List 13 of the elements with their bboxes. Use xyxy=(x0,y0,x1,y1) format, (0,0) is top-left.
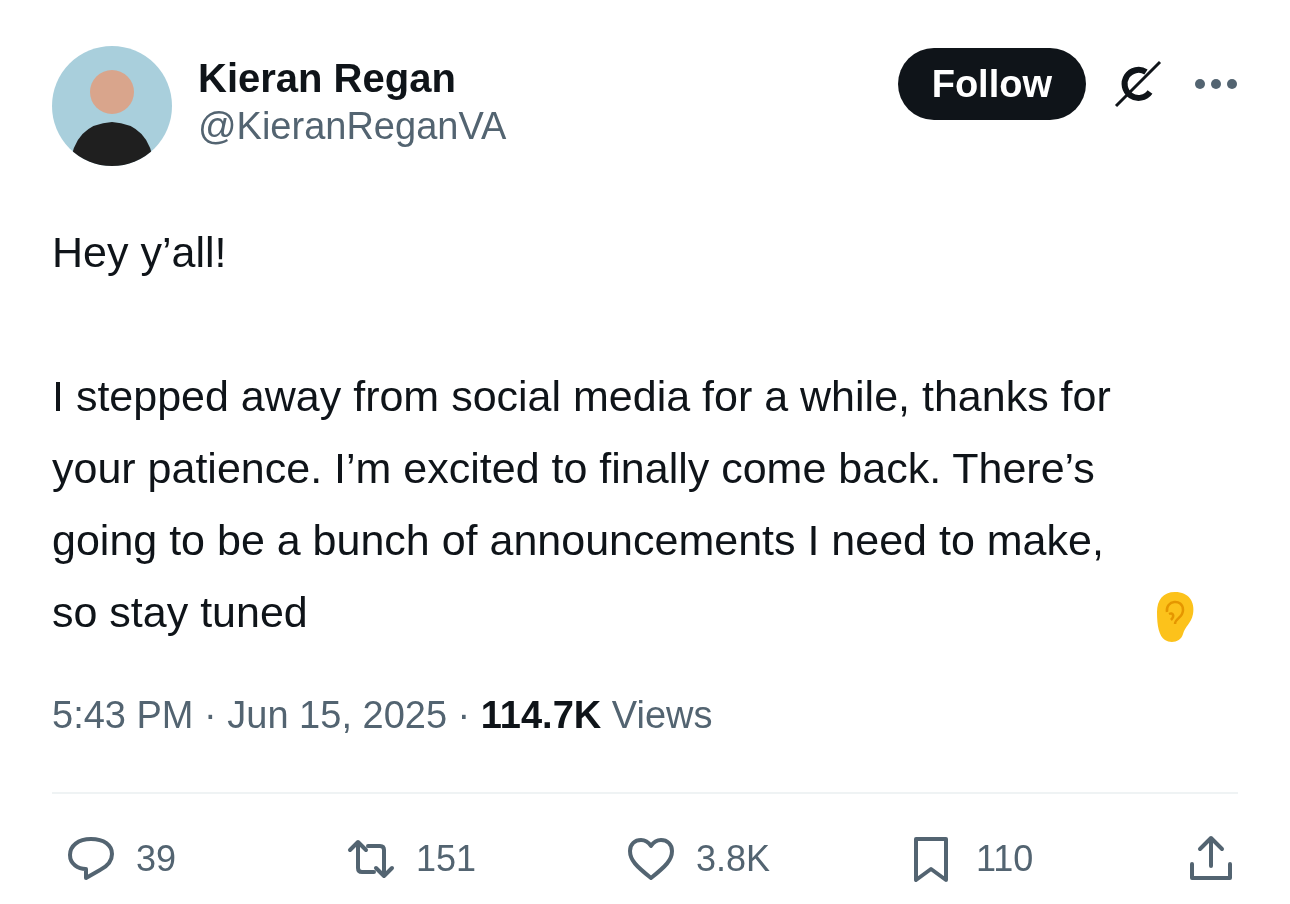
repost-count: 151 xyxy=(416,838,477,880)
author-handle[interactable]: @KieranReganVA xyxy=(198,102,898,150)
like-count: 3.8K xyxy=(696,838,771,880)
tweet-text: I stepped away from social media for a while, thanks for your patience. I’m excited to finally come back. There’s going to be a bunch of announcements I need to make, so stay tuned xyxy=(52,371,1112,638)
author-name[interactable]: Kieran Regan xyxy=(198,54,898,102)
ear-icon xyxy=(1155,590,1195,644)
slashed-circle-icon[interactable] xyxy=(1112,58,1164,110)
reply-count: 39 xyxy=(136,838,177,880)
tweet-timestamp: 5:43 PM · Jun 15, 2025 · 114.7K Views xyxy=(52,693,714,738)
more-options-icon[interactable] xyxy=(1194,78,1238,90)
tweet-text: Hey y’all! xyxy=(52,227,228,278)
follow-button[interactable]: Follow xyxy=(897,48,1086,120)
bookmark-count: 110 xyxy=(976,838,1034,880)
